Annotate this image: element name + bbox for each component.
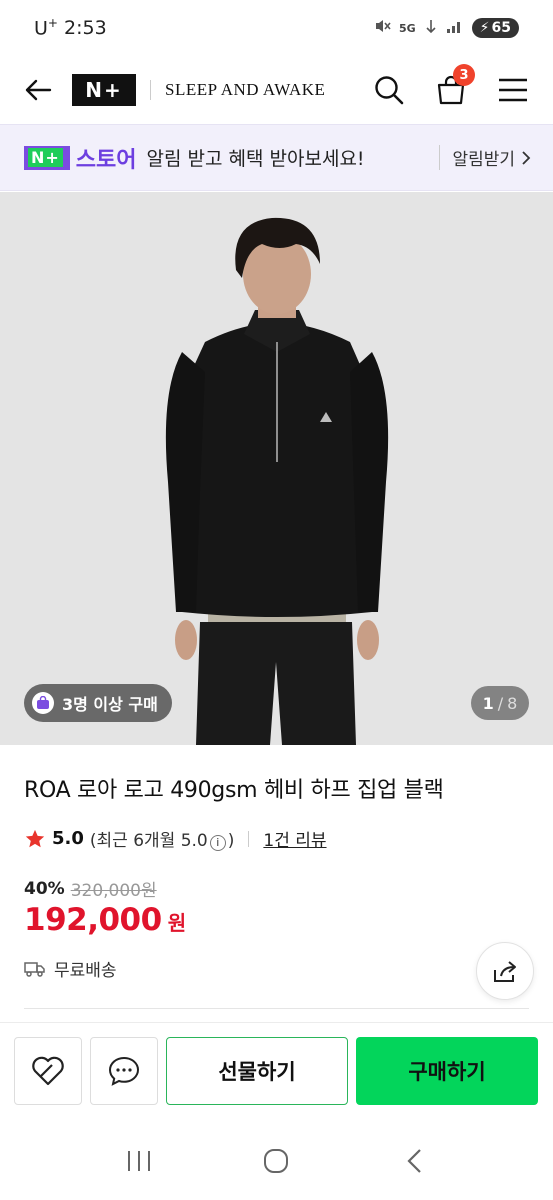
share-icon bbox=[494, 961, 516, 982]
notification-subscribe-button[interactable]: 알림받기 bbox=[439, 145, 531, 170]
product-photo bbox=[0, 192, 553, 745]
header-divider bbox=[150, 80, 151, 100]
recent-apps-button[interactable] bbox=[119, 1141, 159, 1181]
status-bar: U+ 2:53 5G ⚡ 65 bbox=[0, 0, 553, 56]
shipping-info: 무료배송 bbox=[24, 956, 117, 981]
mute-icon bbox=[373, 17, 391, 39]
original-price: 320,000원 bbox=[70, 881, 157, 901]
store-brand-name[interactable]: SLEEP AND AWAKE bbox=[165, 80, 325, 100]
currency-unit: 원 bbox=[167, 911, 187, 935]
wifi-icon bbox=[424, 18, 438, 38]
app-header: N+ SLEEP AND AWAKE 3 bbox=[0, 56, 553, 124]
carrier-label: U+ bbox=[34, 16, 58, 40]
rating-row: 5.0 (최근 6개월 5.0 i) 1건 리뷰 bbox=[24, 826, 327, 851]
buy-button[interactable]: 구매하기 bbox=[356, 1037, 538, 1105]
clock: 2:53 bbox=[63, 16, 107, 39]
image-page-indicator: 1 / 8 bbox=[471, 686, 529, 720]
notification-banner: N+ 스토어 알림 받고 혜택 받아보세요! 알림받기 bbox=[0, 124, 553, 191]
store-label: 스토어 bbox=[75, 147, 137, 173]
rating-score: 5.0 bbox=[52, 828, 84, 849]
heart-icon bbox=[32, 1056, 64, 1086]
star-icon bbox=[25, 829, 45, 847]
search-icon bbox=[375, 76, 404, 105]
chevron-left-icon bbox=[407, 1149, 421, 1173]
back-button[interactable] bbox=[22, 74, 54, 106]
purchase-count-chip: 3명 이상 구매 bbox=[24, 684, 172, 722]
chat-inquiry-button[interactable] bbox=[90, 1037, 158, 1105]
review-count-link[interactable]: 1건 리뷰 bbox=[263, 826, 326, 851]
product-image-carousel[interactable] bbox=[0, 192, 553, 745]
discount-row: 40% 320,000원 bbox=[24, 876, 157, 902]
network-label: 5G bbox=[398, 21, 416, 35]
share-button[interactable] bbox=[476, 942, 534, 1000]
cart-button[interactable]: 3 bbox=[433, 64, 475, 108]
naver-plus-store-logo: N+ 스토어 bbox=[24, 142, 137, 174]
sale-price-row: 192,000 원 bbox=[24, 902, 186, 938]
product-title: ROA 로아 로고 490gsm 헤비 하프 집업 블랙 bbox=[24, 778, 444, 803]
banner-message: 알림 받고 혜택 받아보세요! bbox=[146, 148, 365, 170]
search-button[interactable] bbox=[371, 72, 407, 108]
system-back-button[interactable] bbox=[394, 1141, 434, 1181]
wishlist-button[interactable] bbox=[14, 1037, 82, 1105]
menu-button[interactable] bbox=[495, 72, 531, 108]
chat-bubble-icon bbox=[108, 1056, 140, 1086]
naver-plus-logo[interactable]: N+ bbox=[72, 74, 136, 106]
cart-count-badge: 3 bbox=[453, 64, 475, 86]
rating-detail: (최근 6개월 5.0 i) bbox=[89, 831, 235, 851]
bottom-action-bar: 선물하기 구매하기 bbox=[0, 1022, 553, 1122]
delivery-truck-icon bbox=[24, 961, 45, 977]
home-icon bbox=[264, 1149, 289, 1173]
signal-icon bbox=[446, 18, 464, 38]
rating-divider bbox=[248, 830, 250, 847]
discount-rate: 40% bbox=[24, 878, 65, 899]
system-navigation-bar bbox=[0, 1122, 553, 1200]
recent-apps-icon bbox=[127, 1151, 150, 1171]
sale-price: 192,000 bbox=[24, 902, 162, 938]
home-button[interactable] bbox=[256, 1141, 296, 1181]
chevron-right-icon bbox=[522, 150, 531, 165]
battery-indicator: ⚡ 65 bbox=[471, 18, 519, 38]
back-arrow-icon bbox=[25, 79, 52, 101]
info-icon[interactable]: i bbox=[209, 834, 226, 851]
gift-button[interactable]: 선물하기 bbox=[166, 1037, 348, 1105]
charging-icon: ⚡ bbox=[479, 20, 490, 36]
shopping-bag-icon bbox=[32, 692, 54, 714]
section-divider bbox=[24, 1008, 529, 1009]
hamburger-menu-icon bbox=[499, 78, 527, 102]
